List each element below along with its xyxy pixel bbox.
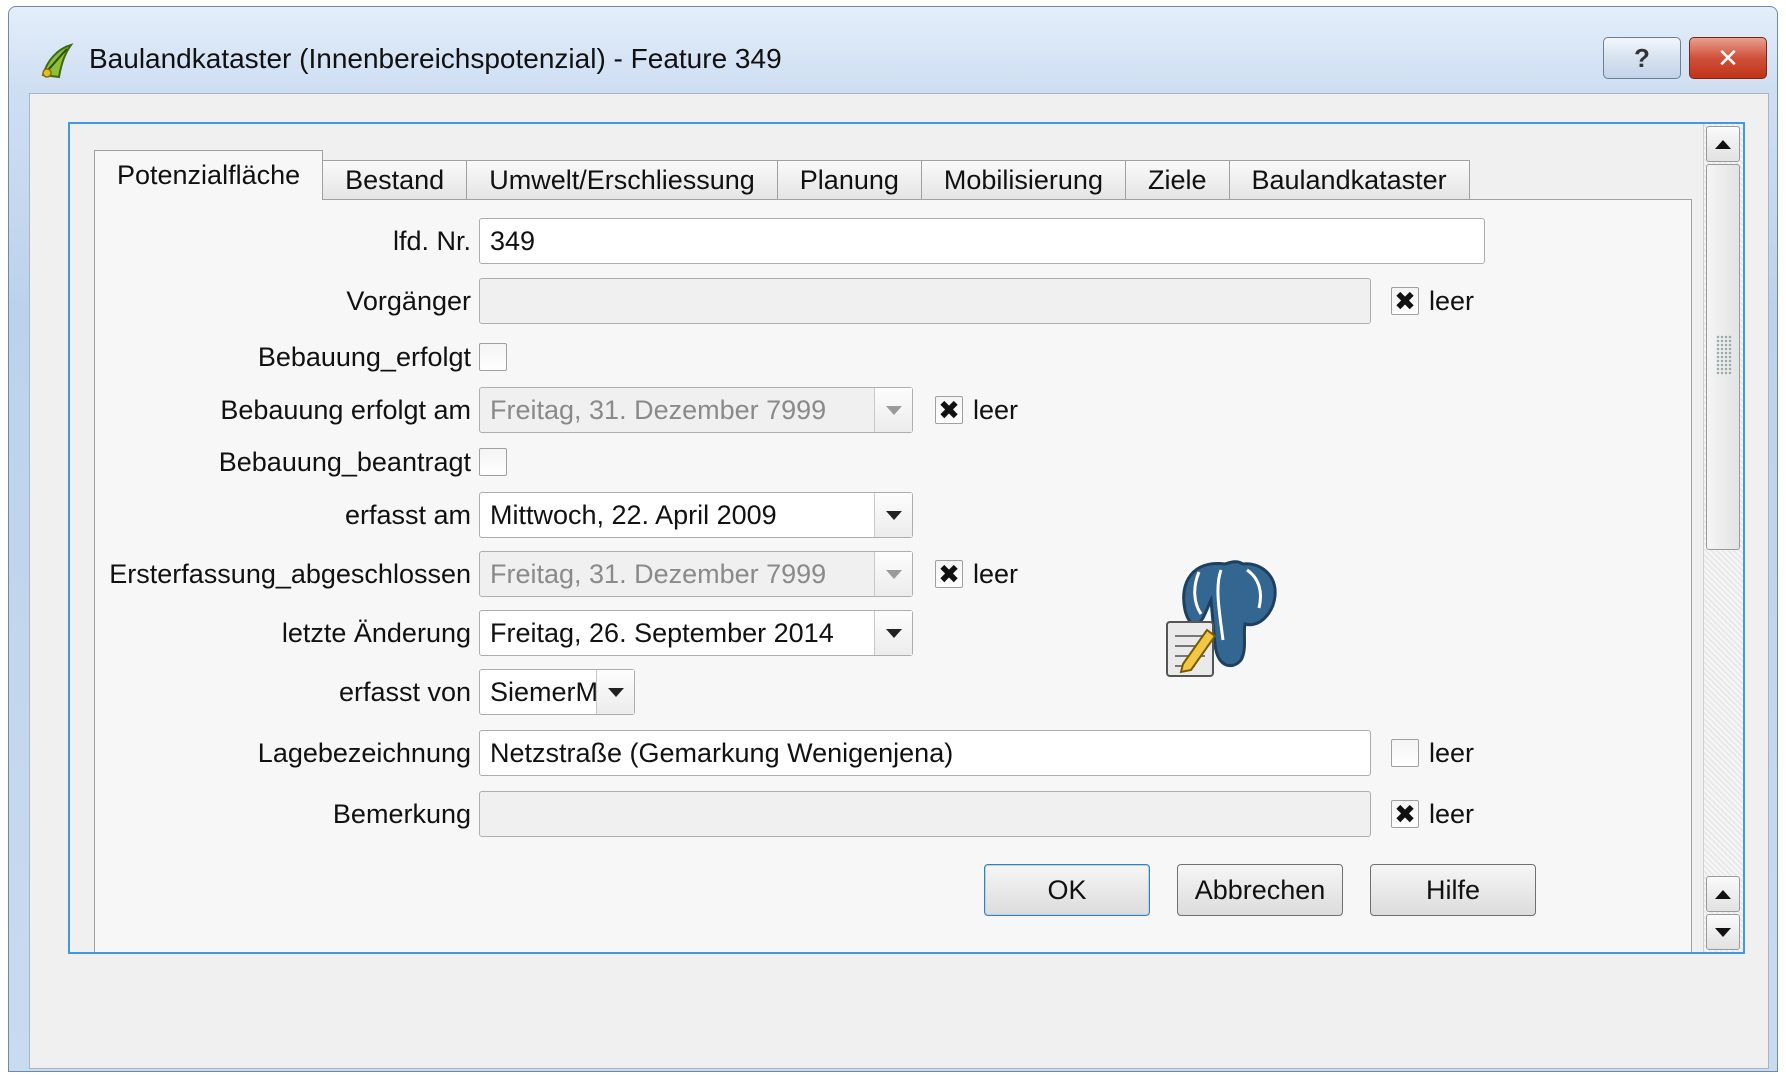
form-row-erfasst-von: erfasst von SiemerM <box>95 669 1693 715</box>
lagebezeichnung-label: Lagebezeichnung <box>257 737 471 768</box>
cancel-button[interactable]: Abbrechen <box>1177 864 1343 916</box>
form-row-letzte-aenderung: letzte Änderung Freitag, 26. September 2… <box>95 610 1693 656</box>
scroll-up-icon[interactable] <box>1706 876 1740 912</box>
ok-button[interactable]: OK <box>984 864 1150 916</box>
erfasst-von-select[interactable]: SiemerM <box>479 669 635 715</box>
leer-label: leer <box>1429 285 1475 316</box>
ersterfassung-abgeschlossen-value: Freitag, 31. Dezember 7999 <box>490 558 827 589</box>
tab-umwelt-erschliessung[interactable]: Umwelt/Erschliessung <box>467 160 778 200</box>
form-row-bemerkung: Bemerkung ✖ leer <box>95 791 1693 837</box>
tab-bestand[interactable]: Bestand <box>323 160 468 200</box>
form-row-vorgaenger: Vorgänger ✖ leer <box>95 278 1693 324</box>
bemerkung-leer-checkbox[interactable]: ✖ <box>1391 800 1419 828</box>
lagebezeichnung-field[interactable]: Netzstraße (Gemarkung Wenigenjena) <box>479 730 1371 776</box>
letzte-aenderung-label: letzte Änderung <box>281 617 471 648</box>
form-row-lagebezeichnung: Lagebezeichnung Netzstraße (Gemarkung We… <box>95 730 1693 776</box>
dropdown-arrow-icon[interactable] <box>874 493 912 537</box>
vorgaenger-field[interactable] <box>479 278 1371 324</box>
tab-ziele[interactable]: Ziele <box>1125 160 1230 200</box>
form-row-erfasst-am: erfasst am Mittwoch, 22. April 2009 <box>95 492 1693 538</box>
erfasst-am-label: erfasst am <box>344 499 471 530</box>
letzte-aenderung-date[interactable]: Freitag, 26. September 2014 <box>479 610 913 656</box>
erfasst-von-value: SiemerM <box>490 676 599 707</box>
dialog-client-area: Potenzialfläche Bestand Umwelt/Erschlies… <box>29 93 1769 1069</box>
lagebezeichnung-leer[interactable]: leer <box>1391 730 1474 776</box>
bemerkung-field[interactable] <box>479 791 1371 837</box>
dropdown-arrow-icon[interactable] <box>596 670 634 714</box>
bemerkung-leer[interactable]: ✖ leer <box>1391 791 1474 837</box>
bebauung-erfolgt-am-label: Bebauung erfolgt am <box>220 394 471 425</box>
lfd-nr-label: lfd. Nr. <box>392 225 471 256</box>
bebauung-erfolgt-am-leer-checkbox[interactable]: ✖ <box>935 396 963 424</box>
form-row-bebauung-erfolgt: Bebauung_erfolgt <box>95 334 1693 380</box>
ersterfassung-abgeschlossen-leer-checkbox[interactable]: ✖ <box>935 560 963 588</box>
ersterfassung-abgeschlossen-label: Ersterfassung_abgeschlossen <box>109 558 471 589</box>
bebauung-erfolgt-label: Bebauung_erfolgt <box>257 341 471 372</box>
dropdown-arrow-icon[interactable] <box>874 611 912 655</box>
tab-pane-potenzialflaeche: lfd. Nr. 349 Vorgänger ✖ leer Bebauung_e… <box>94 199 1693 952</box>
tab-potenzialflaeche[interactable]: Potenzialfläche <box>94 150 324 200</box>
bebauung-erfolgt-am-leer[interactable]: ✖ leer <box>935 387 1018 433</box>
leer-label: leer <box>973 558 1019 589</box>
help-caption-button[interactable]: ? <box>1603 37 1681 79</box>
ersterfassung-abgeschlossen-leer[interactable]: ✖ leer <box>935 551 1018 597</box>
leer-label: leer <box>973 394 1019 425</box>
form-row-lfd-nr: lfd. Nr. 349 <box>95 218 1693 264</box>
title-bar[interactable]: Baulandkataster (Innenbereichspotenzial)… <box>9 7 1777 103</box>
bebauung-erfolgt-am-value: Freitag, 31. Dezember 7999 <box>490 394 827 425</box>
leer-label: leer <box>1429 798 1475 829</box>
form-scroll-area: Potenzialfläche Bestand Umwelt/Erschlies… <box>68 122 1745 954</box>
vorgaenger-leer[interactable]: ✖ leer <box>1391 278 1474 324</box>
vorgaenger-label: Vorgänger <box>346 285 471 316</box>
tab-baulandkataster[interactable]: Baulandkataster <box>1229 160 1470 200</box>
dropdown-arrow-icon[interactable] <box>874 552 912 596</box>
bebauung-erfolgt-am-date[interactable]: Freitag, 31. Dezember 7999 <box>479 387 913 433</box>
tab-mobilisierung[interactable]: Mobilisierung <box>921 160 1126 200</box>
bemerkung-label: Bemerkung <box>332 798 471 829</box>
erfasst-am-date[interactable]: Mittwoch, 22. April 2009 <box>479 492 913 538</box>
form-row-bebauung-erfolgt-am: Bebauung erfolgt am Freitag, 31. Dezembe… <box>95 387 1693 433</box>
lfd-nr-field[interactable]: 349 <box>479 218 1485 264</box>
dialog-window: Baulandkataster (Innenbereichspotenzial)… <box>8 6 1778 1072</box>
window-title: Baulandkataster (Innenbereichspotenzial)… <box>89 43 782 74</box>
grip-icon <box>1716 335 1732 375</box>
erfasst-am-value: Mittwoch, 22. April 2009 <box>490 499 777 530</box>
dropdown-arrow-icon[interactable] <box>874 388 912 432</box>
vorgaenger-leer-checkbox[interactable]: ✖ <box>1391 287 1419 315</box>
erfasst-von-label: erfasst von <box>338 676 471 707</box>
close-button[interactable]: ✕ <box>1689 37 1767 79</box>
form-row-bebauung-beantragt: Bebauung_beantragt <box>95 439 1693 485</box>
ersterfassung-abgeschlossen-date[interactable]: Freitag, 31. Dezember 7999 <box>479 551 913 597</box>
form-row-ersterfassung-abgeschlossen: Ersterfassung_abgeschlossen Freitag, 31.… <box>95 551 1693 597</box>
bebauung-beantragt-checkbox[interactable] <box>479 448 507 476</box>
vertical-scrollbar[interactable] <box>1703 124 1743 952</box>
scroll-down-icon[interactable] <box>1706 914 1740 950</box>
lagebezeichnung-leer-checkbox[interactable] <box>1391 739 1419 767</box>
tab-bar: Potenzialfläche Bestand Umwelt/Erschlies… <box>94 150 1470 200</box>
help-button[interactable]: Hilfe <box>1370 864 1536 916</box>
scrollbar-thumb[interactable] <box>1706 164 1740 550</box>
bebauung-beantragt-label: Bebauung_beantragt <box>218 446 471 477</box>
postgresql-edit-icon <box>1166 560 1277 677</box>
qgis-app-icon <box>41 43 74 79</box>
leer-label: leer <box>1429 737 1475 768</box>
letzte-aenderung-value: Freitag, 26. September 2014 <box>490 617 834 648</box>
tab-planung[interactable]: Planung <box>777 160 922 200</box>
scroll-up-icon[interactable] <box>1706 126 1740 162</box>
bebauung-erfolgt-checkbox[interactable] <box>479 343 507 371</box>
